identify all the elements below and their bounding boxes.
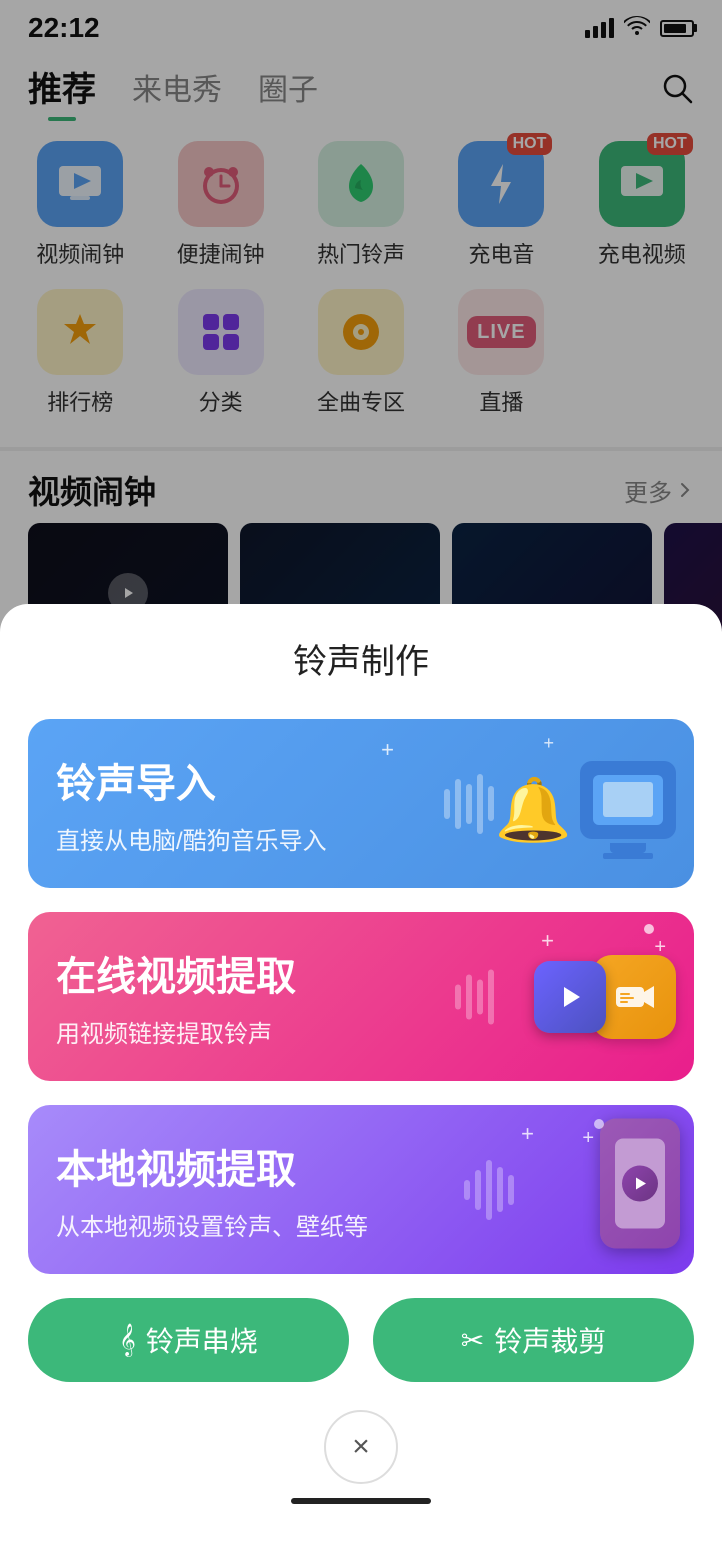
home-bar bbox=[28, 1484, 694, 1512]
ringtone-mix-button[interactable]: 𝄞 铃声串烧 bbox=[28, 1298, 349, 1382]
plus-deco-3: + bbox=[541, 928, 554, 954]
close-icon: × bbox=[352, 1430, 370, 1464]
plus-deco-2: + bbox=[543, 733, 554, 754]
sheet-title: 铃声制作 bbox=[28, 634, 694, 683]
ringtone-cut-label: 铃声裁剪 bbox=[494, 1320, 606, 1360]
plus-deco-6: + bbox=[582, 1127, 594, 1150]
circle-deco-2 bbox=[594, 1119, 604, 1129]
card-local-video[interactable]: 本地视频提取 从本地视频设置铃声、壁纸等 + + bbox=[28, 1105, 694, 1274]
ringtone-cut-button[interactable]: ✂ 铃声裁剪 bbox=[373, 1298, 694, 1382]
circle-deco bbox=[644, 924, 654, 934]
close-btn-wrap: × bbox=[28, 1410, 694, 1484]
card-import[interactable]: 铃声导入 直接从电脑/酷狗音乐导入 + + 🔔 bbox=[28, 719, 694, 888]
ringtone-mix-icon: 𝄞 bbox=[119, 1324, 136, 1357]
bottom-buttons: 𝄞 铃声串烧 ✂ 铃声裁剪 bbox=[28, 1298, 694, 1382]
plus-deco-1: + bbox=[381, 737, 394, 763]
close-button[interactable]: × bbox=[324, 1410, 398, 1484]
card-local-video-deco bbox=[600, 1118, 680, 1248]
bottom-sheet: 铃声制作 铃声导入 直接从电脑/酷狗音乐导入 + + 🔔 bbox=[0, 604, 722, 1564]
card-import-deco: 🔔 bbox=[495, 761, 676, 847]
card-online-video[interactable]: 在线视频提取 用视频链接提取铃声 + bbox=[28, 912, 694, 1081]
ringtone-cut-icon: ✂ bbox=[461, 1324, 484, 1357]
card-local-video-title: 本地视频提取 从本地视频设置铃声、壁纸等 bbox=[56, 1137, 666, 1242]
plus-deco-4: + bbox=[654, 936, 666, 959]
ringtone-mix-label: 铃声串烧 bbox=[146, 1320, 258, 1360]
plus-deco-5: + bbox=[521, 1121, 534, 1147]
card-online-video-deco bbox=[534, 955, 676, 1039]
home-indicator bbox=[291, 1498, 431, 1504]
